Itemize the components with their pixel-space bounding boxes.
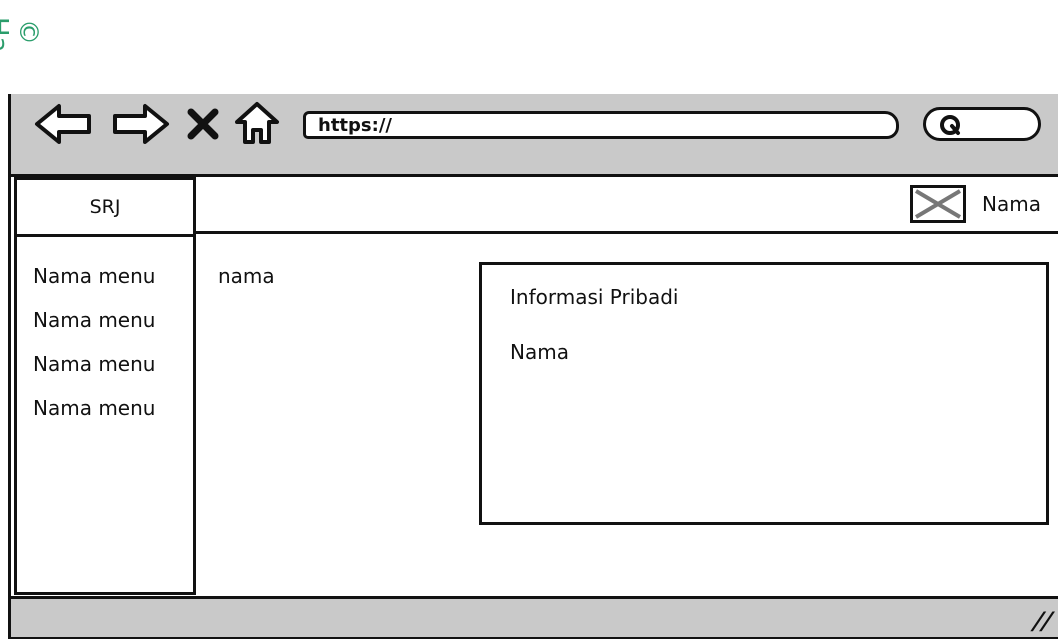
sidebar-menu-item-3[interactable]: Nama menu [33,353,193,397]
brand-logo-text: SRJ [17,180,193,237]
sidebar: SRJ Nama menu Nama menu Nama menu Nama m… [14,177,196,595]
sidebar-menu-item-1[interactable]: Nama menu [33,265,193,309]
browser-toolbar: https:// [8,94,1058,174]
sidebar-menu-item-2[interactable]: Nama menu [33,309,193,353]
personal-info-panel: Informasi Pribadi Nama [479,262,1049,525]
sidebar-menu: Nama menu Nama menu Nama menu Nama menu [17,237,193,441]
browser-search-box[interactable] [923,107,1041,141]
user-avatar[interactable] [910,185,966,223]
resize-grip-icon[interactable]: // [1029,607,1057,635]
copyright-watermark: © Ha [0,17,43,53]
search-icon [940,115,960,135]
close-icon[interactable] [187,108,219,140]
name-label: Nama [510,340,569,364]
breadcrumb: nama [218,264,275,288]
browser-window: https:// SRJ Nama menu Nama menu Nama me… [8,94,1058,639]
app-frame: SRJ Nama menu Nama menu Nama menu Nama m… [8,174,1058,639]
url-input[interactable]: https:// [303,111,899,139]
panel-title: Informasi Pribadi [510,285,679,309]
back-arrow-icon[interactable] [33,102,95,146]
forward-arrow-icon[interactable] [109,102,171,146]
sidebar-menu-item-4[interactable]: Nama menu [33,397,193,441]
status-bar: // [8,596,1058,639]
top-header: Nama [196,177,1058,234]
user-name[interactable]: Nama [982,192,1041,216]
image-placeholder-icon [914,189,962,219]
home-icon[interactable] [233,100,281,146]
